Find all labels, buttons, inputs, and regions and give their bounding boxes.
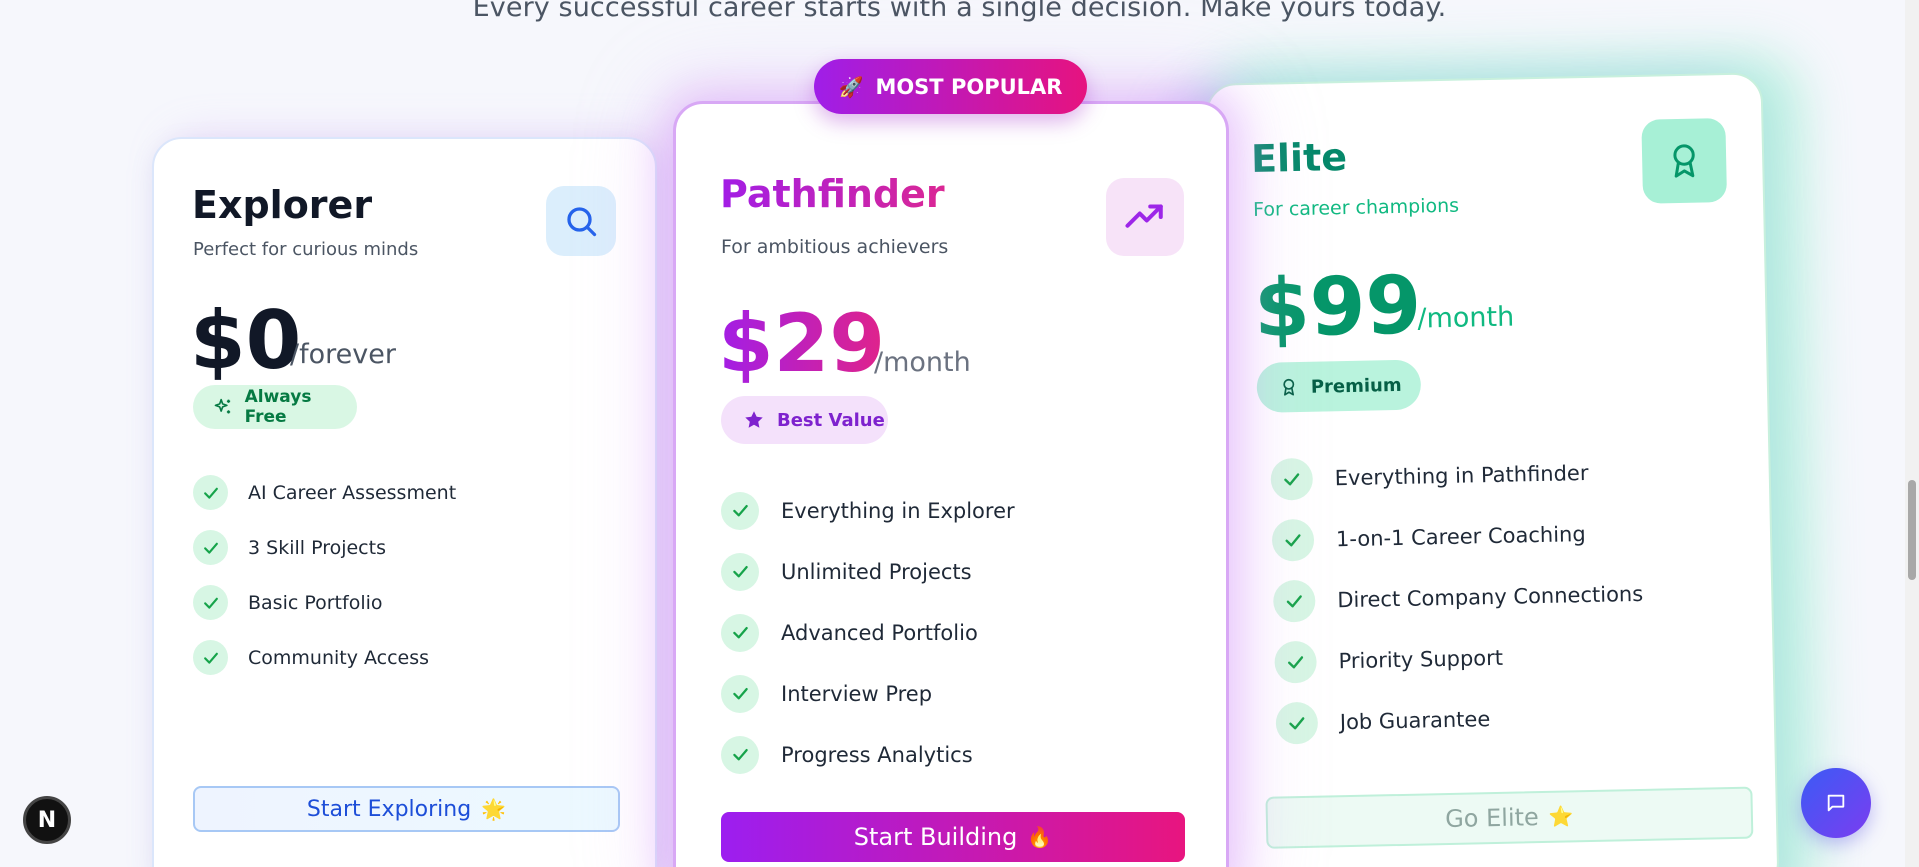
feature-item: Community Access bbox=[193, 630, 456, 685]
feature-list: Everything in Explorer Unlimited Project… bbox=[721, 480, 1015, 785]
plan-subtitle: For ambitious achievers bbox=[721, 236, 949, 258]
check-icon bbox=[193, 640, 228, 675]
plan-price: $99 bbox=[1253, 258, 1423, 355]
check-icon bbox=[721, 491, 759, 530]
page-tagline: Every successful career starts with a si… bbox=[472, 0, 1447, 23]
check-icon bbox=[1270, 457, 1314, 501]
feature-item: 1-on-1 Career Coaching bbox=[1271, 502, 1642, 571]
star-icon bbox=[745, 411, 763, 428]
most-popular-ribbon: 🚀 MOST POPULAR bbox=[814, 59, 1087, 114]
feature-item: Unlimited Projects bbox=[721, 541, 1015, 602]
feature-item: Everything in Explorer bbox=[721, 480, 1015, 541]
sparkles-icon bbox=[214, 398, 231, 414]
plan-price: $0 bbox=[190, 294, 302, 387]
check-icon bbox=[1274, 640, 1318, 684]
award-icon bbox=[1283, 378, 1295, 396]
go-elite-button[interactable]: Go Elite ⭐ bbox=[1265, 786, 1754, 849]
star-emoji: ⭐ bbox=[1548, 804, 1574, 829]
plan-badge: Always Free bbox=[193, 385, 357, 429]
plan-price: $29 bbox=[718, 297, 885, 390]
plan-name: Explorer bbox=[192, 183, 373, 227]
search-icon bbox=[546, 186, 616, 256]
plan-badge: Premium bbox=[1256, 359, 1422, 413]
sun-emoji: 🌟 bbox=[481, 797, 507, 821]
plan-subtitle: Perfect for curious minds bbox=[193, 239, 419, 260]
plan-period: /forever bbox=[290, 339, 396, 370]
check-icon bbox=[721, 613, 759, 652]
start-exploring-button[interactable]: Start Exploring 🌟 bbox=[193, 786, 620, 832]
plan-card-explorer: Explorer Perfect for curious minds $0 /f… bbox=[152, 137, 657, 867]
plan-name: Elite bbox=[1250, 134, 1348, 181]
award-icon bbox=[1641, 118, 1728, 204]
plan-name: Pathfinder bbox=[720, 172, 945, 216]
badge-label: Premium bbox=[1310, 374, 1402, 398]
feature-item: 3 Skill Projects bbox=[193, 520, 456, 575]
plan-subtitle: For career champions bbox=[1252, 194, 1460, 221]
start-building-button[interactable]: Start Building 🔥 bbox=[721, 812, 1185, 862]
check-icon bbox=[721, 735, 759, 774]
page-scrollbar[interactable] bbox=[1905, 0, 1919, 867]
plan-card-elite: Elite For career champions $99 /month Pr… bbox=[1205, 72, 1780, 867]
trending-up-icon bbox=[1106, 178, 1184, 256]
rocket-icon: 🚀 bbox=[838, 74, 864, 99]
check-icon bbox=[721, 552, 759, 591]
feature-item: Basic Portfolio bbox=[193, 575, 456, 630]
feature-item: Progress Analytics bbox=[721, 724, 1015, 785]
plan-badge: Best Value bbox=[721, 396, 888, 444]
feature-item: Everything in Pathfinder bbox=[1270, 441, 1641, 510]
fire-emoji: 🔥 bbox=[1027, 825, 1053, 849]
feature-item: AI Career Assessment bbox=[193, 465, 456, 520]
feature-item: Advanced Portfolio bbox=[721, 602, 1015, 663]
feature-item: Priority Support bbox=[1274, 624, 1645, 693]
check-icon bbox=[193, 530, 228, 565]
plan-period: /month bbox=[1417, 301, 1515, 335]
check-icon bbox=[193, 585, 228, 620]
plan-period: /month bbox=[874, 347, 971, 378]
check-icon bbox=[1271, 518, 1315, 562]
chat-button[interactable] bbox=[1801, 768, 1871, 838]
check-icon bbox=[721, 674, 759, 713]
check-icon bbox=[1272, 579, 1316, 623]
nextjs-dev-badge[interactable]: N bbox=[23, 796, 71, 844]
ribbon-label: MOST POPULAR bbox=[875, 74, 1063, 99]
message-square-icon bbox=[1827, 794, 1845, 812]
feature-item: Interview Prep bbox=[721, 663, 1015, 724]
check-icon bbox=[1275, 701, 1319, 745]
check-icon bbox=[193, 475, 228, 510]
badge-label: Best Value bbox=[777, 409, 885, 431]
scrollbar-thumb[interactable] bbox=[1908, 480, 1916, 580]
feature-list: Everything in Pathfinder 1-on-1 Career C… bbox=[1270, 441, 1646, 754]
feature-list: AI Career Assessment 3 Skill Projects Ba… bbox=[193, 465, 456, 685]
badge-label: Always Free bbox=[244, 387, 312, 427]
plan-card-pathfinder: Pathfinder For ambitious achievers $29 /… bbox=[673, 101, 1229, 867]
feature-item: Job Guarantee bbox=[1275, 685, 1646, 754]
feature-item: Direct Company Connections bbox=[1272, 563, 1644, 632]
